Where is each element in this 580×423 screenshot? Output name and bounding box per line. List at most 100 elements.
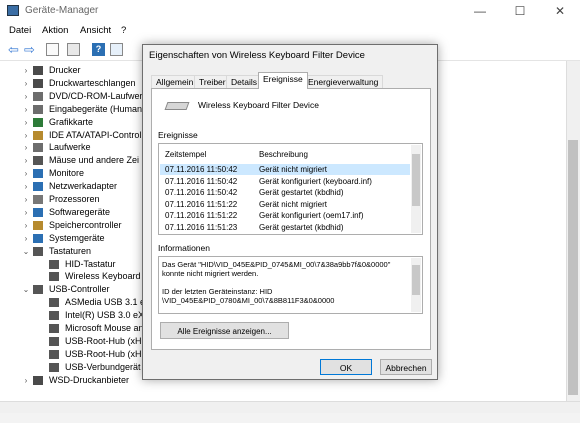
- tree-item[interactable]: › IDE ATA/ATAPI-Controll: [0, 129, 150, 142]
- cancel-button[interactable]: Abbrechen: [380, 359, 432, 375]
- information-scrollbar-thumb[interactable]: [412, 265, 420, 295]
- tree-item[interactable]: › Grafikkarte: [0, 116, 150, 129]
- tree-item[interactable]: › Netzwerkadapter: [0, 180, 150, 193]
- tree-item[interactable]: › DVD/CD-ROM-Laufwerk: [0, 90, 150, 103]
- chevron-right-icon[interactable]: ›: [22, 116, 30, 129]
- software-device-icon: [33, 207, 43, 217]
- dialog-title: Eigenschaften von Wireless Keyboard Filt…: [149, 50, 365, 61]
- event-row[interactable]: 07.11.2016 11:50:42 Gerät nicht migriert: [160, 164, 410, 175]
- tree-item[interactable]: › Prozessoren: [0, 193, 150, 206]
- information-textbox[interactable]: Das Gerät "HID\VID_045E&PID_0745&MI_00\7…: [158, 256, 423, 314]
- help-icon[interactable]: ?: [92, 43, 105, 56]
- keyboard-icon: [164, 102, 190, 110]
- tree-item[interactable]: ⌄ USB-Controller: [0, 283, 150, 296]
- device-name: Wireless Keyboard Filter Device: [198, 100, 319, 110]
- tree-item-label: WSD-Druckanbieter: [49, 374, 130, 385]
- chevron-right-icon[interactable]: ›: [22, 64, 30, 77]
- properties-icon[interactable]: [67, 43, 80, 56]
- tree-item[interactable]: ⌄ Tastaturen: [0, 245, 150, 258]
- close-button[interactable]: ✕: [540, 0, 580, 22]
- forward-arrow-icon[interactable]: ⇨: [24, 43, 37, 56]
- tree-item[interactable]: ASMedia USB 3.1 eX: [0, 296, 151, 309]
- chevron-right-icon[interactable]: ›: [22, 219, 30, 232]
- tree-item[interactable]: › Softwaregeräte: [0, 206, 150, 219]
- tree-item-label: HID-Tastatur: [65, 258, 116, 269]
- chevron-right-icon[interactable]: ›: [22, 374, 30, 387]
- print-queue-icon: [33, 78, 43, 88]
- tree-item[interactable]: › Druckwarteschlangen: [0, 77, 150, 90]
- status-bar: [0, 413, 580, 423]
- tree-item[interactable]: › WSD-Druckanbieter: [0, 374, 150, 387]
- tab-ereignisse[interactable]: Ereignisse: [258, 72, 308, 89]
- tree-item[interactable]: HID-Tastatur: [0, 258, 150, 271]
- tree-item-label: Wireless Keyboard F: [65, 271, 149, 282]
- tree-item[interactable]: USB-Root-Hub (xHC: [0, 335, 150, 348]
- chevron-right-icon[interactable]: ›: [22, 77, 30, 90]
- tree-item[interactable]: USB-Verbundgerät: [0, 361, 150, 374]
- event-row[interactable]: 07.11.2016 11:51:23 Gerät gestartet (kbdh…: [160, 222, 410, 233]
- tree-item-label: Monitore: [49, 168, 85, 179]
- event-row[interactable]: 07.11.2016 11:51:22 Gerät konfiguriert (o…: [160, 210, 410, 221]
- column-header-timestamp[interactable]: Zeitstempel: [165, 150, 206, 159]
- tree-item[interactable]: › Eingabegeräte (Human: [0, 103, 150, 116]
- tree-item[interactable]: Wireless Keyboard F: [0, 270, 150, 283]
- event-timestamp: 07.11.2016 11:50:42: [165, 176, 238, 186]
- tree-item[interactable]: › Systemgeräte: [0, 232, 150, 245]
- ok-button[interactable]: OK: [320, 359, 372, 375]
- tree-item[interactable]: USB-Root-Hub (xHC: [0, 348, 150, 361]
- tab-details[interactable]: Details: [226, 75, 262, 89]
- event-row[interactable]: 07.11.2016 11:51:22 Gerät nicht migriert: [160, 199, 410, 210]
- event-row[interactable]: 07.11.2016 11:50:42 Gerät konfiguriert (k…: [160, 176, 410, 187]
- chevron-right-icon[interactable]: ›: [22, 129, 30, 142]
- tree-item[interactable]: Intel(R) USB 3.0 eXte: [0, 309, 152, 322]
- chevron-right-icon[interactable]: ›: [22, 206, 30, 219]
- tree-item-label: Prozessoren: [49, 194, 100, 204]
- chevron-right-icon[interactable]: ›: [22, 180, 30, 193]
- chevron-down-icon[interactable]: ⌄: [22, 245, 30, 258]
- menu-datei[interactable]: Datei: [9, 25, 31, 36]
- tree-item[interactable]: › Monitore: [0, 167, 150, 180]
- vertical-scrollbar-thumb[interactable]: [568, 140, 578, 395]
- events-scrollbar-thumb[interactable]: [412, 154, 420, 206]
- tree-item[interactable]: › Laufwerke: [0, 141, 150, 154]
- maximize-button[interactable]: ☐: [500, 0, 540, 22]
- information-line: \VID_045E&PID_0780&MI_00\7&8B811F3&0&000…: [162, 296, 335, 305]
- tree-item-label: Mäuse und andere Zei: [49, 155, 140, 166]
- tree-item[interactable]: › Mäuse und andere Zei: [0, 154, 150, 167]
- chevron-down-icon[interactable]: ⌄: [22, 283, 30, 296]
- chevron-right-icon[interactable]: ›: [22, 141, 30, 154]
- event-row[interactable]: 07.11.2016 11:50:42 Gerät gestartet (kbdh…: [160, 187, 410, 198]
- menu-ansicht[interactable]: Ansicht: [80, 25, 111, 36]
- chevron-right-icon[interactable]: ›: [22, 193, 30, 206]
- tree-item-label: USB-Controller: [49, 284, 110, 295]
- chevron-right-icon[interactable]: ›: [22, 154, 30, 167]
- tree-item[interactable]: Microsoft Mouse an: [0, 322, 150, 335]
- information-line: konnte nicht migriert werden.: [162, 269, 259, 278]
- back-arrow-icon[interactable]: ⇦: [8, 43, 21, 56]
- chevron-right-icon[interactable]: ›: [22, 90, 30, 103]
- show-all-events-button[interactable]: Alle Ereignisse anzeigen...: [160, 322, 289, 339]
- tree-item-label: Drucker: [49, 65, 81, 75]
- menu-help[interactable]: ?: [121, 25, 126, 36]
- column-header-description[interactable]: Beschreibung: [259, 150, 308, 159]
- menu-aktion[interactable]: Aktion: [42, 25, 68, 36]
- tree-item[interactable]: › Speichercontroller: [0, 219, 150, 232]
- keyboard-icon: [49, 272, 59, 282]
- event-timestamp: 07.11.2016 11:51:23: [165, 222, 238, 232]
- chevron-right-icon[interactable]: ›: [22, 232, 30, 245]
- tab-energieverwaltung[interactable]: Energieverwaltung: [303, 75, 384, 89]
- tree-item-label: USB-Verbundgerät: [65, 361, 141, 372]
- mouse-icon: [33, 156, 43, 166]
- tree-item-label: Speichercontroller: [49, 219, 122, 230]
- tab-allgemein[interactable]: Allgemein: [151, 75, 199, 89]
- events-list[interactable]: Zeitstempel Beschreibung 07.11.2016 11:5…: [158, 143, 423, 235]
- chevron-right-icon[interactable]: ›: [22, 167, 30, 180]
- usb-icon: [49, 324, 59, 333]
- tree-item-label: Druckwarteschlangen: [49, 77, 136, 88]
- chevron-right-icon[interactable]: ›: [22, 103, 30, 116]
- scan-hardware-icon[interactable]: [110, 43, 123, 56]
- minimize-button[interactable]: —: [460, 0, 500, 22]
- tree-view-icon[interactable]: [46, 43, 59, 56]
- tree-item-label: Intel(R) USB 3.0 eXte: [65, 310, 152, 321]
- tree-item[interactable]: › Drucker: [0, 64, 150, 77]
